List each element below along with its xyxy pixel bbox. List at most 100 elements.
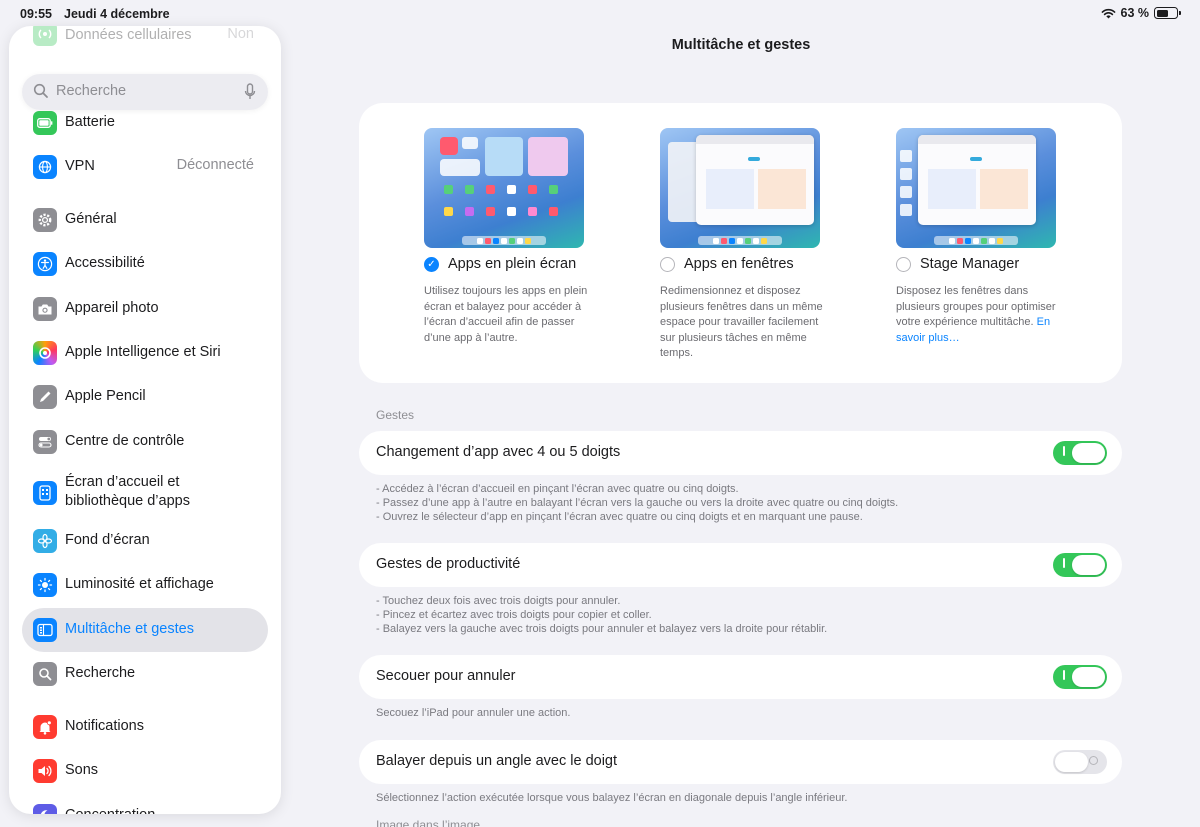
sidebar-item-general[interactable]: Général [9, 208, 281, 232]
sidebar-item-label: Appareil photo [65, 300, 159, 316]
home-screen-icon [33, 481, 57, 505]
stage-manager-preview-image [896, 128, 1056, 248]
fullscreen-preview-image [424, 128, 584, 248]
mode-stage-manager[interactable]: Stage Manager Disposez les fenêtres dans… [896, 128, 1060, 344]
setting-footnote: Sélectionnez l’action exécutée lorsque v… [376, 791, 1116, 805]
setting-footnote: Secouez l’iPad pour annuler une action. [376, 706, 1116, 720]
bell-icon [33, 715, 57, 739]
sidebar-item-notifications[interactable]: Notifications [9, 715, 281, 739]
gear-icon [33, 208, 57, 232]
sidebar-item-cellular[interactable]: Données cellulaires Non [9, 26, 281, 46]
sidebar-item-label: Apple Pencil [65, 388, 146, 404]
globe-icon [33, 155, 57, 179]
shake-undo-toggle[interactable] [1053, 665, 1107, 689]
siri-icon [33, 341, 57, 365]
footnote-line: - Balayez vers la gauche avec trois doig… [376, 623, 828, 635]
sidebar-item-value: Non [227, 26, 254, 42]
flower-icon [33, 529, 57, 553]
sidebar-item-value: Déconnecté [176, 157, 254, 173]
speaker-icon [33, 759, 57, 783]
accessibility-icon [33, 252, 57, 276]
battery-icon [1154, 7, 1181, 19]
footnote-line: - Touchez deux fois avec trois doigts po… [376, 595, 621, 607]
sidebar-item-label: Notifications [65, 718, 144, 734]
sidebar-item-label: Luminosité et affichage [65, 576, 214, 592]
windowed-preview-image [660, 128, 820, 248]
footnote-line: Sélectionnez l’action exécutée lorsque v… [376, 792, 848, 804]
sidebar-item-siri[interactable]: Apple Intelligence et Siri [9, 341, 281, 365]
setting-row-productivity[interactable]: Gestes de productivité [359, 543, 1122, 587]
footnote-line: Secouez l’iPad pour annuler une action. [376, 707, 571, 719]
sidebar-item-multitasking[interactable]: Multitâche et gestes [9, 618, 281, 642]
mode-name: Apps en plein écran [448, 256, 577, 272]
page-title: Multitâche et gestes [671, 37, 811, 53]
battery-percent: 63 % [1120, 6, 1150, 20]
sidebar-item-vpn[interactable]: VPN Déconnecté [9, 155, 281, 179]
status-time: 09:55 [20, 7, 52, 21]
sidebar-item-display[interactable]: Luminosité et affichage [9, 573, 281, 597]
moon-icon [33, 804, 57, 814]
sidebar-item-wallpaper[interactable]: Fond d’écran [9, 529, 281, 553]
setting-row-app-switch[interactable]: Changement d’app avec 4 ou 5 doigts [359, 431, 1122, 475]
sidebar-item-label: Concentration [65, 806, 155, 814]
setting-footnote: - Touchez deux fois avec trois doigts po… [376, 594, 1116, 636]
status-date: Jeudi 4 décembre [64, 7, 170, 21]
mode-description: Disposez les fenêtres dans plusieurs gro… [896, 284, 1061, 346]
multitasking-mode-card: ✓ Apps en plein écran Utilisez toujours … [359, 103, 1122, 383]
microphone-icon[interactable] [244, 83, 256, 101]
sidebar-item-control-center[interactable]: Centre de contrôle [9, 430, 281, 454]
multitasking-icon [33, 618, 57, 642]
mode-fullscreen-radio[interactable]: ✓ [424, 256, 439, 272]
sidebar-item-sounds[interactable]: Sons [9, 759, 281, 783]
mode-windowed[interactable]: Apps en fenêtres Redimensionnez et dispo… [660, 128, 824, 359]
sidebar-item-focus[interactable]: Concentration [9, 804, 281, 814]
mode-description: Redimensionnez et disposez plusieurs fen… [660, 285, 823, 359]
setting-footnote: - Accédez à l’écran d’accueil en pinçant… [376, 482, 1116, 524]
mode-windowed-radio[interactable] [660, 256, 675, 272]
sidebar-item-label: Batterie [65, 114, 115, 130]
sidebar-item-label: Données cellulaires [65, 27, 192, 43]
corner-swipe-toggle[interactable] [1053, 750, 1107, 774]
sidebar-item-accessibility[interactable]: Accessibilité [9, 252, 281, 276]
search-placeholder: Recherche [56, 83, 127, 99]
search-field[interactable]: Recherche [22, 74, 268, 110]
sun-icon [33, 573, 57, 597]
sidebar-item-battery[interactable]: Batterie [9, 111, 281, 135]
footnote-line: - Accédez à l’écran d’accueil en pinçant… [376, 483, 739, 495]
pencil-icon [33, 385, 57, 409]
sidebar-item-label: Accessibilité [65, 255, 145, 271]
footnote-line: - Passez d’une app à l’autre en balayant… [376, 497, 899, 509]
setting-label: Changement d’app avec 4 ou 5 doigts [376, 444, 621, 460]
setting-row-corner-swipe[interactable]: Balayer depuis un angle avec le doigt [359, 740, 1122, 784]
status-indicators: 63 % [1101, 6, 1181, 20]
setting-label: Secouer pour annuler [376, 668, 516, 684]
picture-in-picture-section-header: Image dans l’image [376, 818, 481, 827]
mode-name: Stage Manager [920, 256, 1020, 272]
mode-stage-manager-radio[interactable] [896, 256, 911, 272]
footnote-line: - Pincez et écartez avec trois doigts po… [376, 609, 652, 621]
toggles-icon [33, 430, 57, 454]
camera-icon [33, 297, 57, 321]
app-switch-toggle[interactable] [1053, 441, 1107, 465]
mode-fullscreen[interactable]: ✓ Apps en plein écran Utilisez toujours … [424, 128, 588, 344]
sidebar-item-camera[interactable]: Appareil photo [9, 297, 281, 321]
battery-icon [33, 111, 57, 135]
antenna-icon [33, 26, 57, 46]
gestures-section-header: Gestes [376, 408, 415, 422]
search-icon [33, 83, 48, 98]
sidebar-item-home-screen[interactable]: Écran d’accueil et bibliothèque d’apps [9, 473, 281, 513]
footnote-line: - Ouvrez le sélecteur d’app en pinçant l… [376, 511, 863, 523]
sidebar-item-search[interactable]: Recherche [9, 662, 281, 686]
setting-label: Gestes de productivité [376, 556, 521, 572]
sidebar: Données cellulaires Non Recherche Batter… [9, 26, 281, 814]
sidebar-item-apple-pencil[interactable]: Apple Pencil [9, 385, 281, 409]
sidebar-item-label: Recherche [65, 665, 136, 681]
productivity-toggle[interactable] [1053, 553, 1107, 577]
sidebar-item-label: Centre de contrôle [65, 433, 185, 449]
sidebar-item-label: Général [65, 211, 117, 227]
mode-description: Utilisez toujours les apps en plein écra… [424, 285, 588, 344]
sidebar-item-label: VPN [65, 158, 95, 174]
wifi-icon [1101, 8, 1115, 18]
sidebar-item-label: Apple Intelligence et Siri [65, 344, 221, 360]
setting-row-shake-undo[interactable]: Secouer pour annuler [359, 655, 1122, 699]
